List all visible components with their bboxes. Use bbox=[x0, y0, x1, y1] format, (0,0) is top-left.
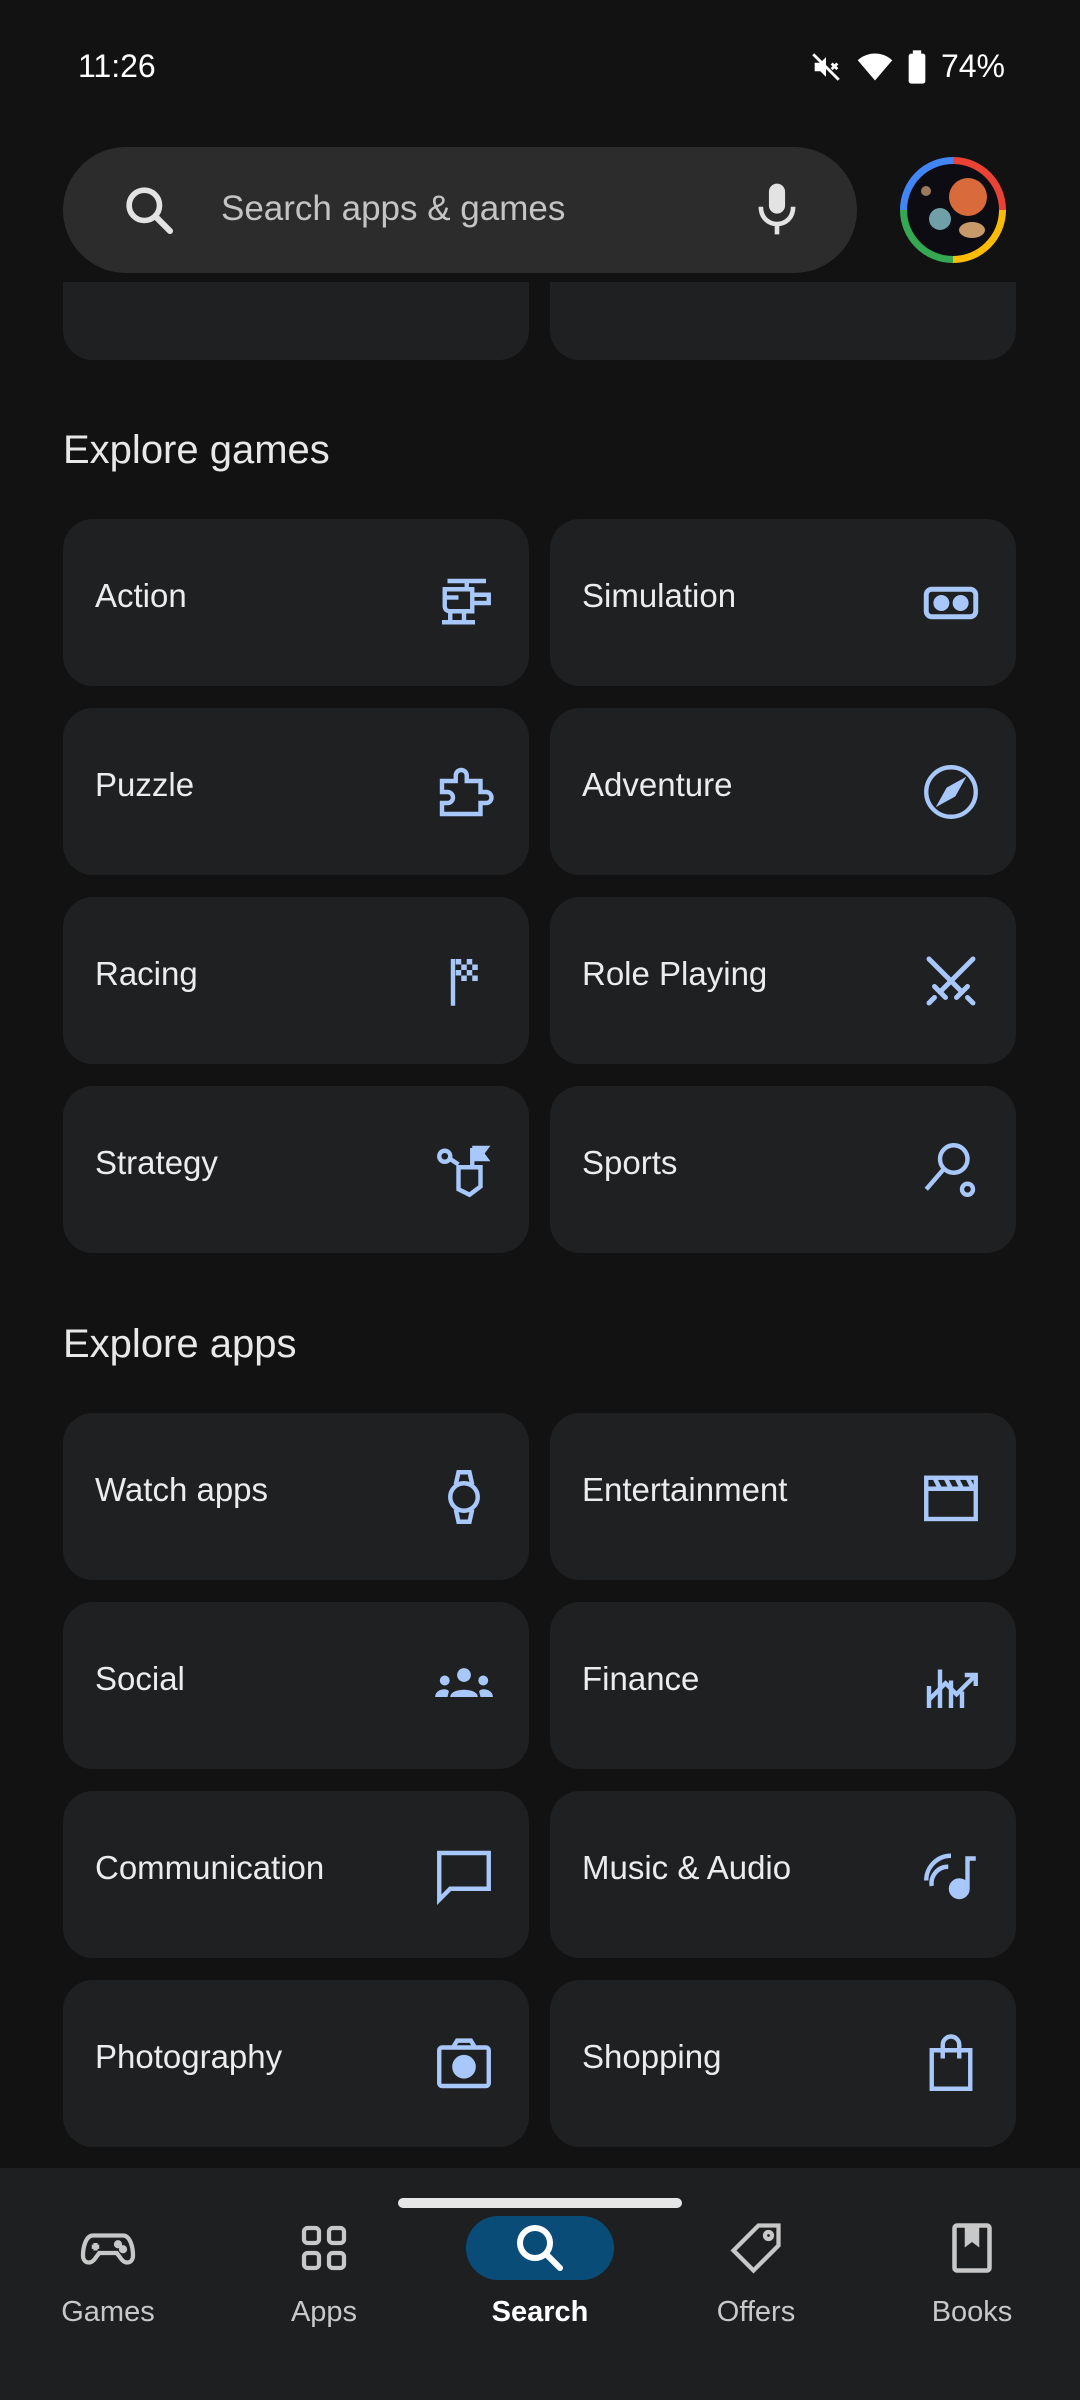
category-card-strategy[interactable]: Strategy bbox=[63, 1086, 529, 1253]
clapperboard-icon bbox=[918, 1464, 984, 1530]
partial-card-right bbox=[550, 282, 1016, 360]
category-label: Sports bbox=[582, 1144, 678, 1181]
search-icon bbox=[121, 182, 177, 243]
nav-label: Games bbox=[61, 2296, 155, 2328]
nav-label: Search bbox=[491, 2296, 589, 2328]
camera-icon bbox=[431, 2031, 497, 2097]
compass-icon bbox=[918, 759, 984, 825]
search-icon bbox=[510, 2218, 570, 2278]
category-card-communication[interactable]: Communication bbox=[63, 1791, 529, 1958]
puzzle-piece-icon bbox=[431, 759, 497, 825]
checkered-flag-icon bbox=[431, 948, 497, 1014]
battery-icon bbox=[907, 49, 927, 84]
gamepad-icon bbox=[78, 2218, 138, 2278]
nav-item-books[interactable]: Books bbox=[872, 2188, 1072, 2328]
category-label: Action bbox=[95, 577, 187, 614]
category-card-puzzle[interactable]: Puzzle bbox=[63, 708, 529, 875]
category-card-adventure[interactable]: Adventure bbox=[550, 708, 1016, 875]
nav-label: Offers bbox=[716, 2296, 796, 2328]
category-label: Racing bbox=[95, 955, 198, 992]
watch-icon bbox=[431, 1464, 497, 1530]
section-title-explore-games: Explore games bbox=[63, 428, 330, 472]
category-card-watch-apps[interactable]: Watch apps bbox=[63, 1413, 529, 1580]
category-card-action[interactable]: Action bbox=[63, 519, 529, 686]
category-label: Photography bbox=[95, 2038, 283, 2075]
music-note-icon bbox=[918, 1842, 984, 1908]
chat-bubble-icon bbox=[431, 1842, 497, 1908]
mic-icon[interactable] bbox=[749, 179, 805, 244]
category-label: Social bbox=[95, 1660, 185, 1697]
tag-icon bbox=[726, 2218, 786, 2278]
helicopter-icon bbox=[431, 570, 497, 636]
racket-icon bbox=[918, 1137, 984, 1203]
nav-item-apps[interactable]: Apps bbox=[224, 2188, 424, 2328]
nav-item-search[interactable]: Search bbox=[440, 2188, 640, 2328]
strategy-flag-icon bbox=[431, 1137, 497, 1203]
search-input[interactable]: Search apps & games bbox=[221, 189, 565, 229]
category-card-music-audio[interactable]: Music & Audio bbox=[550, 1791, 1016, 1958]
category-label: Shopping bbox=[582, 2038, 722, 2075]
category-card-racing[interactable]: Racing bbox=[63, 897, 529, 1064]
apps-grid-icon bbox=[294, 2218, 354, 2278]
category-card-sports[interactable]: Sports bbox=[550, 1086, 1016, 1253]
search-bar[interactable]: Search apps & games bbox=[63, 147, 857, 273]
mute-icon bbox=[809, 50, 843, 84]
shopping-bag-icon bbox=[918, 2031, 984, 2097]
status-bar: 11:26 74% bbox=[0, 0, 1080, 136]
partial-card-left bbox=[63, 282, 529, 360]
category-label: Communication bbox=[95, 1849, 325, 1886]
category-card-finance[interactable]: Finance bbox=[550, 1602, 1016, 1769]
category-card-role-playing[interactable]: Role Playing bbox=[550, 897, 1016, 1064]
category-label: Role Playing bbox=[582, 955, 768, 992]
category-card-simulation[interactable]: Simulation bbox=[550, 519, 1016, 686]
category-label: Music & Audio bbox=[582, 1849, 792, 1886]
category-label: Entertainment bbox=[582, 1471, 788, 1508]
avatar[interactable] bbox=[900, 157, 1006, 263]
nav-label: Apps bbox=[290, 2296, 358, 2328]
nav-item-games[interactable]: Games bbox=[8, 2188, 208, 2328]
nav-item-offers[interactable]: Offers bbox=[656, 2188, 856, 2328]
chart-icon bbox=[918, 1653, 984, 1719]
status-icons: 74% bbox=[809, 48, 1005, 85]
category-card-photography[interactable]: Photography bbox=[63, 1980, 529, 2147]
category-label: Adventure bbox=[582, 766, 733, 803]
category-label: Strategy bbox=[95, 1144, 218, 1181]
book-icon bbox=[942, 2218, 1002, 2278]
category-label: Finance bbox=[582, 1660, 700, 1697]
battery-percent: 74% bbox=[940, 48, 1005, 84]
category-card-social[interactable]: Social bbox=[63, 1602, 529, 1769]
category-card-shopping[interactable]: Shopping bbox=[550, 1980, 1016, 2147]
vr-headset-icon bbox=[918, 570, 984, 636]
wifi-icon bbox=[857, 50, 893, 84]
home-indicator[interactable] bbox=[398, 2198, 682, 2208]
crossed-swords-icon bbox=[918, 948, 984, 1014]
group-icon bbox=[431, 1653, 497, 1719]
category-label: Simulation bbox=[582, 577, 737, 614]
section-title-explore-apps: Explore apps bbox=[63, 1322, 297, 1366]
category-label: Watch apps bbox=[95, 1471, 269, 1508]
nav-label: Books bbox=[931, 2296, 1013, 2328]
category-card-entertainment[interactable]: Entertainment bbox=[550, 1413, 1016, 1580]
status-time: 11:26 bbox=[78, 48, 156, 84]
category-label: Puzzle bbox=[95, 766, 195, 803]
